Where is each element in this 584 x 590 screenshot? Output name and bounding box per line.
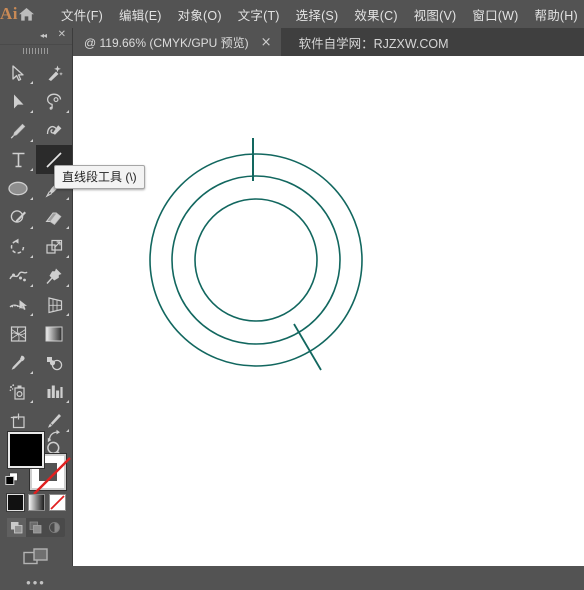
illustrator-window: Ai 文件(F) 编辑(E) 对象(O) 文字(T) 选择(S) 效果(C) 视…: [0, 0, 584, 566]
watermark-text: 软件自学网：RJZXW.COM: [281, 28, 449, 56]
none-slash-small-icon: [50, 495, 65, 510]
type-tool[interactable]: [0, 145, 36, 174]
type-t-icon: [11, 151, 26, 169]
rotate-icon: [9, 238, 28, 256]
tools-panel: ◂◂ ✕: [0, 28, 73, 566]
menu-edit[interactable]: 编辑(E): [111, 2, 170, 27]
menu-window[interactable]: 窗口(W): [464, 2, 526, 27]
eyedropper-tool[interactable]: [0, 348, 36, 377]
cursor-outline-icon: [10, 64, 27, 82]
menu-item-list: 文件(F) 编辑(E) 对象(O) 文字(T) 选择(S) 效果(C) 视图(V…: [53, 2, 584, 27]
gradient-swatch-mode[interactable]: [28, 494, 45, 511]
eraser-icon: [44, 209, 64, 227]
canvas-artboard[interactable]: [72, 56, 584, 566]
mesh-tool[interactable]: [0, 319, 36, 348]
magic-wand-tool[interactable]: [36, 58, 72, 87]
menu-help[interactable]: 帮助(H): [527, 2, 584, 27]
selection-tool[interactable]: [0, 58, 36, 87]
artwork-vector: [72, 56, 584, 566]
home-icon-glyph: [18, 7, 35, 22]
width-warp-icon: [8, 267, 29, 285]
menu-type[interactable]: 文字(T): [230, 2, 288, 27]
inner-circle: [195, 199, 317, 321]
menu-object[interactable]: 对象(O): [170, 2, 230, 27]
perspective-grid-tool[interactable]: [36, 290, 72, 319]
screen-mode-icon: [23, 547, 49, 567]
draw-inside-icon: [48, 521, 61, 534]
draw-behind-icon: [29, 521, 42, 534]
menu-bar: Ai 文件(F) 编辑(E) 对象(O) 文字(T) 选择(S) 效果(C) 视…: [0, 0, 584, 28]
curvature-icon: [45, 122, 64, 140]
draw-mode-row: [7, 518, 65, 537]
none-swatch-mode[interactable]: [49, 494, 66, 511]
rotate-tool[interactable]: [0, 232, 36, 261]
lasso-icon: [45, 93, 64, 111]
document-tab[interactable]: @ 119.66% (CMYK/GPU 预览) ×: [72, 28, 281, 56]
eyedropper-icon: [9, 354, 27, 372]
symbol-sprayer-tool[interactable]: [0, 377, 36, 406]
pen-icon: [9, 122, 27, 140]
document-tab-bar: @ 119.66% (CMYK/GPU 预览) × 软件自学网：RJZXW.CO…: [0, 28, 584, 56]
tools-panel-header: ◂◂ ✕: [0, 28, 72, 45]
draw-behind-mode[interactable]: [26, 518, 45, 537]
shaper-tool[interactable]: [0, 203, 36, 232]
bar-chart-icon: [45, 383, 64, 401]
perspective-grid-icon: [45, 296, 64, 314]
collapse-panel-icon[interactable]: ◂◂: [40, 31, 46, 40]
color-swatch-mode[interactable]: [7, 494, 24, 511]
draw-inside-mode[interactable]: [45, 518, 64, 537]
direct-selection-tool[interactable]: [0, 87, 36, 116]
blend-icon: [44, 354, 64, 372]
width-tool[interactable]: [0, 261, 36, 290]
draw-normal-icon: [10, 521, 23, 534]
eraser-tool[interactable]: [36, 203, 72, 232]
color-controls: [0, 426, 72, 498]
grip-dots-icon: [23, 48, 49, 54]
color-mode-row: [7, 494, 66, 511]
menu-file[interactable]: 文件(F): [53, 2, 111, 27]
pen-tool[interactable]: [0, 116, 36, 145]
tool-grid: [0, 58, 72, 464]
panel-drag-handle[interactable]: [0, 46, 72, 55]
fill-swatch[interactable]: [8, 432, 44, 468]
blend-tool[interactable]: [36, 348, 72, 377]
shaper-pencil-icon: [9, 209, 28, 227]
lasso-tool[interactable]: [36, 87, 72, 116]
free-transform-tool[interactable]: [36, 261, 72, 290]
edit-toolbar-button[interactable]: •••: [0, 574, 72, 590]
scale-icon: [45, 238, 64, 256]
curvature-tool[interactable]: [36, 116, 72, 145]
draw-normal-mode[interactable]: [7, 518, 26, 537]
change-screen-mode[interactable]: [0, 543, 72, 571]
magic-wand-icon: [45, 64, 63, 82]
menu-view[interactable]: 视图(V): [406, 2, 465, 27]
app-logo: Ai: [0, 0, 18, 28]
swap-fill-stroke-icon[interactable]: [47, 429, 61, 448]
outer-circle: [150, 154, 362, 366]
menu-select[interactable]: 选择(S): [288, 2, 347, 27]
scale-tool[interactable]: [36, 232, 72, 261]
close-icon[interactable]: ×: [261, 36, 272, 49]
shape-builder-icon: [8, 296, 29, 314]
close-panel-icon[interactable]: ✕: [58, 29, 66, 40]
middle-circle: [172, 176, 340, 344]
document-tab-label: @ 119.66% (CMYK/GPU 预览): [84, 34, 249, 51]
mesh-icon: [9, 325, 28, 343]
pushpin-icon: [45, 267, 63, 285]
default-fill-stroke-icon[interactable]: [5, 472, 19, 491]
symbol-sprayer-icon: [8, 383, 28, 401]
home-icon[interactable]: [18, 0, 35, 28]
cursor-solid-icon: [11, 93, 26, 111]
menu-effect[interactable]: 效果(C): [346, 2, 405, 27]
column-graph-tool[interactable]: [36, 377, 72, 406]
shape-builder-tool[interactable]: [0, 290, 36, 319]
tool-tooltip: 直线段工具 (\): [54, 165, 145, 189]
gradient-icon: [44, 325, 64, 343]
ellipse-icon: [7, 180, 29, 198]
ellipse-tool[interactable]: [0, 174, 36, 203]
gradient-tool[interactable]: [36, 319, 72, 348]
